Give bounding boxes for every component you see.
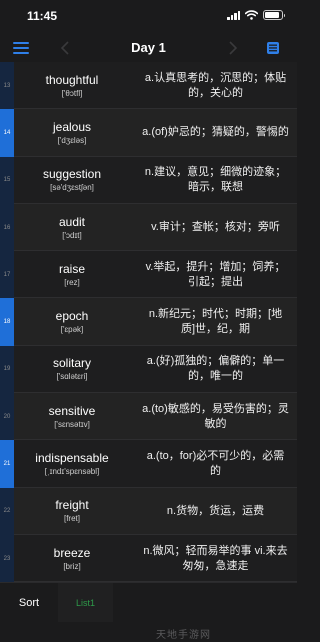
battery-icon bbox=[263, 10, 285, 20]
word-cell: freight [fret] bbox=[14, 488, 130, 535]
phonetic-text: ['sɛnsətɪv] bbox=[54, 419, 90, 429]
row-number: 23 bbox=[0, 534, 14, 583]
row-number: 17 bbox=[0, 251, 14, 299]
word-row[interactable]: 15 suggestion [sə'dʒɛstʃən] n.建议，意见；细微的迹象；暗… bbox=[0, 156, 297, 204]
phonetic-text: [fret] bbox=[63, 514, 80, 524]
word-cell: epoch ['ɛpək] bbox=[14, 298, 130, 345]
phonetic-text: ['dʒɛləs] bbox=[57, 135, 87, 145]
chevron-left-icon bbox=[61, 41, 69, 55]
word-text: epoch bbox=[55, 309, 89, 324]
word-cell: breeze [briz] bbox=[14, 535, 130, 582]
word-cell: audit ['ɔdɪt] bbox=[14, 204, 130, 251]
definition-text: v.审计；查帐；核对；旁听 bbox=[151, 221, 280, 234]
word-list[interactable]: 13 thoughtful ['θɔtfl] a.认真思考的，沉思的；体贴的，关心的 1… bbox=[0, 62, 297, 583]
word-cell: suggestion [sə'dʒɛstʃən] bbox=[14, 157, 130, 204]
book-icon bbox=[267, 42, 279, 54]
phonetic-text: ['sɑlətɛri] bbox=[56, 372, 88, 382]
phonetic-text: [ˌɪndɪ'spɛnsəbl] bbox=[44, 467, 100, 477]
word-cell: raise [rez] bbox=[14, 251, 130, 298]
word-row[interactable]: 21 indispensable [ˌɪndɪ'spɛnsəbl] a.(to，for… bbox=[0, 440, 297, 488]
nav-bar: Day 1 bbox=[0, 34, 297, 62]
definition-text: n.微风；轻而易举的事 vi.来去匆匆，急速走 bbox=[143, 544, 288, 572]
word-text: solitary bbox=[52, 356, 91, 371]
phonetic-text: ['θɔtfl] bbox=[61, 88, 83, 98]
phonetic-text: ['ɔdɪt] bbox=[62, 230, 82, 240]
word-text: thoughtful bbox=[45, 72, 99, 87]
watermark-text: 天地手游网 bbox=[156, 630, 211, 641]
row-number: 13 bbox=[0, 62, 14, 110]
definition-text: n.货物，货运，运费 bbox=[166, 504, 265, 517]
definition-text: a.(of)妒忌的；猜疑的，警惕的 bbox=[142, 126, 289, 139]
status-bar: 11:45 bbox=[0, 0, 297, 34]
chevron-right-icon bbox=[229, 41, 237, 55]
word-row[interactable]: 17 raise [rez] v.举起，提升；增加；饲养；引起；提出 bbox=[0, 251, 297, 299]
definition-text: a.(好)孤独的；偏僻的；单一的，唯一的 bbox=[146, 355, 285, 383]
page-title: Day 1 bbox=[131, 40, 166, 55]
word-text: jealous bbox=[52, 119, 92, 134]
word-cell: jealous ['dʒɛləs] bbox=[14, 109, 130, 156]
next-day-button[interactable] bbox=[222, 37, 244, 59]
word-cell: sensitive ['sɛnsətɪv] bbox=[14, 393, 130, 440]
word-cell: indispensable [ˌɪndɪ'spɛnsəbl] bbox=[14, 440, 130, 487]
row-number: 14 bbox=[0, 109, 14, 157]
list1-tab[interactable]: List1 bbox=[58, 583, 113, 623]
definition-text: n.建议，意见；细微的迹象；暗示，联想 bbox=[144, 166, 287, 194]
wordbook-button[interactable] bbox=[262, 37, 284, 59]
phonetic-text: [rez] bbox=[64, 277, 80, 287]
row-number: 21 bbox=[0, 440, 14, 488]
row-number: 16 bbox=[0, 203, 14, 252]
definition-text: a.(to)敏感的，易受伤害的；灵敏的 bbox=[142, 402, 289, 430]
word-row[interactable]: 18 epoch ['ɛpək] n.新纪元；时代；时期；[地质]世，纪，期 bbox=[0, 298, 297, 346]
hamburger-menu-icon bbox=[13, 42, 29, 54]
word-row[interactable]: 14 jealous ['dʒɛləs] a.(of)妒忌的；猜疑的，警惕的 bbox=[0, 109, 297, 157]
row-number: 20 bbox=[0, 393, 14, 441]
menu-button[interactable] bbox=[10, 37, 32, 59]
word-row[interactable]: 22 freight [fret] n.货物，货运，运费 bbox=[0, 487, 297, 535]
sort-tab[interactable]: Sort bbox=[0, 583, 58, 623]
word-text: suggestion bbox=[42, 167, 102, 182]
status-icons bbox=[227, 10, 285, 20]
word-text: raise bbox=[58, 261, 85, 276]
row-number: 15 bbox=[0, 156, 14, 204]
word-row[interactable]: 19 solitary ['sɑlətɛri] a.(好)孤独的；偏僻的；单一的，唯一… bbox=[0, 345, 297, 394]
phonetic-text: [briz] bbox=[63, 561, 81, 571]
word-text: indispensable bbox=[35, 451, 109, 466]
word-text: breeze bbox=[53, 545, 91, 560]
definition-text: a.(to，for)必不可少的，必需的 bbox=[146, 450, 285, 478]
word-row[interactable]: 23 breeze [briz] n.微风；轻而易举的事 vi.来去匆匆，急速走 bbox=[0, 534, 297, 583]
word-row[interactable]: 20 sensitive ['sɛnsətɪv] a.(to)敏感的，易受伤害的；灵敏… bbox=[0, 393, 297, 441]
row-number: 18 bbox=[0, 298, 14, 346]
tab-bar: Sort List1 bbox=[0, 582, 297, 623]
previous-day-button[interactable] bbox=[54, 37, 76, 59]
definition-text: n.新纪元；时代；时期；[地质]世，纪，期 bbox=[148, 308, 283, 336]
row-number: 22 bbox=[0, 487, 14, 535]
cellular-signal-icon bbox=[227, 10, 240, 20]
word-text: freight bbox=[55, 498, 89, 513]
definition-text: a.认真思考的，沉思的；体贴的，关心的 bbox=[144, 71, 287, 99]
definition-text: v.举起，提升；增加；饲养；引起；提出 bbox=[145, 260, 286, 288]
home-indicator-area: 天地手游网 bbox=[0, 622, 297, 642]
row-number: 19 bbox=[0, 345, 14, 394]
wifi-icon bbox=[245, 10, 258, 20]
phonetic-text: ['ɛpək] bbox=[60, 325, 84, 335]
status-time: 11:45 bbox=[27, 9, 58, 23]
phonetic-text: [sə'dʒɛstʃən] bbox=[50, 183, 94, 193]
word-row[interactable]: 13 thoughtful ['θɔtfl] a.认真思考的，沉思的；体贴的，关心的 bbox=[0, 62, 297, 110]
word-cell: thoughtful ['θɔtfl] bbox=[14, 62, 130, 109]
word-cell: solitary ['sɑlətɛri] bbox=[14, 346, 130, 393]
word-row[interactable]: 16 audit ['ɔdɪt] v.审计；查帐；核对；旁听 bbox=[0, 203, 297, 252]
word-text: sensitive bbox=[48, 403, 96, 418]
word-text: audit bbox=[58, 214, 86, 229]
